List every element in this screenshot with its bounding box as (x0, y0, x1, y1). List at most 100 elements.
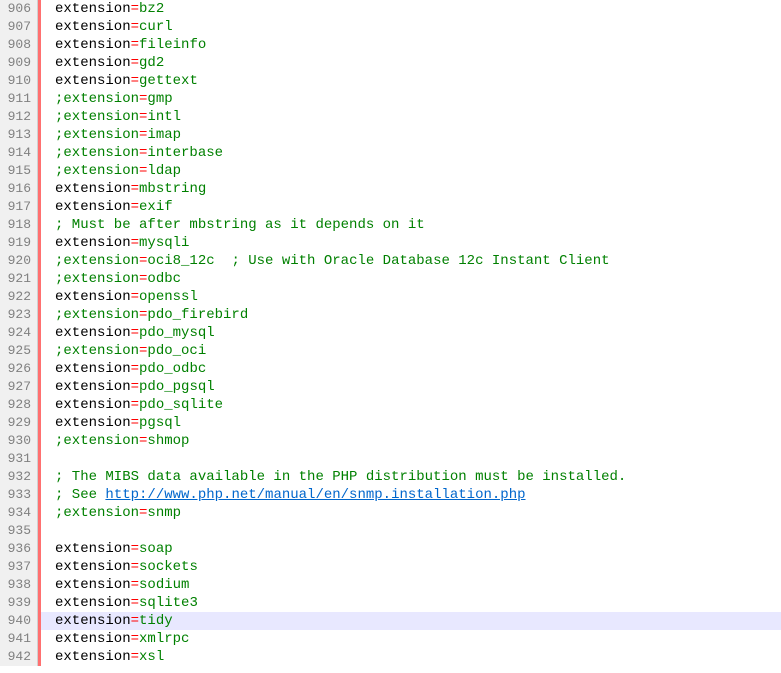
code-content[interactable]: ;extension=pdo_oci (41, 342, 206, 360)
code-line[interactable]: 918; Must be after mbstring as it depend… (0, 216, 781, 234)
code-content[interactable]: extension=sockets (41, 558, 198, 576)
commented-value: gmp (147, 91, 172, 107)
code-line[interactable]: 920;extension=oci8_12c ; Use with Oracle… (0, 252, 781, 270)
code-line[interactable]: 924extension=pdo_mysql (0, 324, 781, 342)
code-content[interactable]: extension=gd2 (41, 54, 164, 72)
code-line[interactable]: 906extension=bz2 (0, 0, 781, 18)
code-content[interactable]: extension=tidy (41, 612, 173, 630)
code-content[interactable]: extension=pdo_odbc (41, 360, 206, 378)
equals-sign: = (131, 55, 139, 71)
code-content[interactable]: extension=pdo_mysql (41, 324, 215, 342)
code-content[interactable]: extension=soap (41, 540, 173, 558)
ini-value: pdo_mysql (139, 325, 215, 341)
code-line[interactable]: 928extension=pdo_sqlite (0, 396, 781, 414)
code-line[interactable]: 922extension=openssl (0, 288, 781, 306)
code-line[interactable]: 932; The MIBS data available in the PHP … (0, 468, 781, 486)
line-number: 935 (0, 522, 38, 540)
code-line[interactable]: 911;extension=gmp (0, 90, 781, 108)
code-line[interactable]: 939extension=sqlite3 (0, 594, 781, 612)
code-content[interactable]: extension=pgsql (41, 414, 181, 432)
code-content[interactable]: ;extension=oci8_12c ; Use with Oracle Da… (41, 252, 610, 270)
ini-key: extension (55, 559, 131, 575)
code-line[interactable]: 923;extension=pdo_firebird (0, 306, 781, 324)
code-content[interactable]: ; See http://www.php.net/manual/en/snmp.… (41, 486, 526, 504)
equals-sign: = (131, 361, 139, 377)
ini-value: openssl (139, 289, 198, 305)
code-content[interactable]: ;extension=ldap (41, 162, 181, 180)
ini-key: extension (55, 325, 131, 341)
code-content[interactable]: extension=curl (41, 18, 173, 36)
line-number: 929 (0, 414, 38, 432)
code-line[interactable]: 936extension=soap (0, 540, 781, 558)
code-line[interactable]: 942extension=xsl (0, 648, 781, 666)
code-line[interactable]: 929extension=pgsql (0, 414, 781, 432)
comment-url[interactable]: http://www.php.net/manual/en/snmp.instal… (105, 487, 525, 503)
commented-key: ;extension (55, 91, 139, 107)
code-line[interactable]: 934;extension=snmp (0, 504, 781, 522)
ini-value: tidy (139, 613, 173, 629)
code-content[interactable]: extension=exif (41, 198, 173, 216)
line-number: 940 (0, 612, 38, 630)
code-line[interactable]: 912;extension=intl (0, 108, 781, 126)
code-line[interactable]: 919extension=mysqli (0, 234, 781, 252)
code-line[interactable]: 927extension=pdo_pgsql (0, 378, 781, 396)
commented-value: intl (147, 109, 181, 125)
code-line[interactable]: 910extension=gettext (0, 72, 781, 90)
code-line[interactable]: 937extension=sockets (0, 558, 781, 576)
code-line[interactable]: 913;extension=imap (0, 126, 781, 144)
code-line[interactable]: 941extension=xmlrpc (0, 630, 781, 648)
ini-value: xsl (139, 649, 164, 665)
code-line[interactable]: 914;extension=interbase (0, 144, 781, 162)
code-content[interactable]: extension=openssl (41, 288, 198, 306)
code-line[interactable]: 926extension=pdo_odbc (0, 360, 781, 378)
code-content[interactable]: ;extension=imap (41, 126, 181, 144)
code-line[interactable]: 935 (0, 522, 781, 540)
code-content[interactable]: ;extension=pdo_firebird (41, 306, 248, 324)
equals-sign: = (131, 289, 139, 305)
code-content[interactable]: ;extension=intl (41, 108, 181, 126)
code-content[interactable]: ;extension=interbase (41, 144, 223, 162)
equals-sign: = (131, 397, 139, 413)
code-content[interactable]: extension=xsl (41, 648, 164, 666)
code-content[interactable]: extension=sodium (41, 576, 189, 594)
code-content[interactable]: ;extension=shmop (41, 432, 189, 450)
code-content[interactable]: ;extension=snmp (41, 504, 181, 522)
commented-key: ;extension (55, 433, 139, 449)
ini-key: extension (55, 577, 131, 593)
code-content[interactable]: extension=bz2 (41, 0, 164, 18)
code-line[interactable]: 907extension=curl (0, 18, 781, 36)
code-content[interactable]: extension=fileinfo (41, 36, 206, 54)
code-line[interactable]: 915;extension=ldap (0, 162, 781, 180)
ini-value: pgsql (139, 415, 181, 431)
code-line[interactable]: 921;extension=odbc (0, 270, 781, 288)
code-line[interactable]: 908extension=fileinfo (0, 36, 781, 54)
code-line[interactable]: 933; See http://www.php.net/manual/en/sn… (0, 486, 781, 504)
ini-value: sockets (139, 559, 198, 575)
code-content[interactable]: ; Must be after mbstring as it depends o… (41, 216, 425, 234)
equals-sign: = (131, 415, 139, 431)
line-number: 919 (0, 234, 38, 252)
code-line[interactable]: 925;extension=pdo_oci (0, 342, 781, 360)
equals-sign: = (131, 613, 139, 629)
code-content[interactable]: extension=gettext (41, 72, 198, 90)
code-content[interactable]: extension=pdo_sqlite (41, 396, 223, 414)
code-line[interactable]: 930;extension=shmop (0, 432, 781, 450)
code-content[interactable]: extension=pdo_pgsql (41, 378, 215, 396)
code-content[interactable]: extension=sqlite3 (41, 594, 198, 612)
code-line[interactable]: 916extension=mbstring (0, 180, 781, 198)
code-line[interactable]: 940extension=tidy (0, 612, 781, 630)
code-content[interactable]: ;extension=odbc (41, 270, 181, 288)
code-editor[interactable]: 906extension=bz2907extension=curl908exte… (0, 0, 781, 666)
code-content[interactable]: ;extension=gmp (41, 90, 173, 108)
code-content[interactable]: ; The MIBS data available in the PHP dis… (41, 468, 626, 486)
code-content[interactable]: extension=mysqli (41, 234, 189, 252)
code-line[interactable]: 938extension=sodium (0, 576, 781, 594)
line-number: 933 (0, 486, 38, 504)
code-line[interactable]: 931 (0, 450, 781, 468)
ini-value: pdo_odbc (139, 361, 206, 377)
code-line[interactable]: 917extension=exif (0, 198, 781, 216)
code-content[interactable]: extension=xmlrpc (41, 630, 189, 648)
code-line[interactable]: 909extension=gd2 (0, 54, 781, 72)
line-number: 931 (0, 450, 38, 468)
code-content[interactable]: extension=mbstring (41, 180, 206, 198)
